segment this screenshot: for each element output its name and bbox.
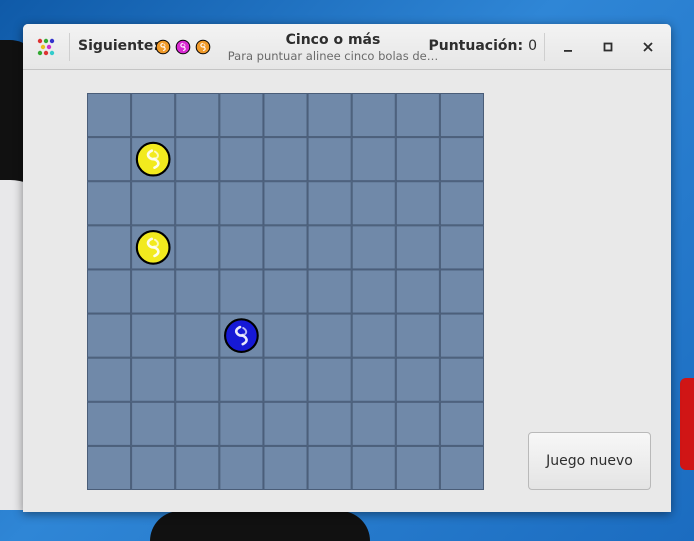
five-or-more-app-icon[interactable] [37, 38, 55, 56]
minimize-button[interactable] [558, 37, 578, 57]
maximize-button[interactable] [598, 37, 618, 57]
next-balls-preview [155, 39, 211, 55]
window-title: Cinco o más [285, 32, 381, 48]
header-bar: Siguiente: Cinco o más Para puntuar alin… [23, 24, 671, 70]
new-game-button[interactable]: Juego nuevo [528, 432, 651, 490]
game-board[interactable] [87, 93, 484, 490]
next-ball-orange [155, 39, 171, 55]
wallpaper-penguin-feet [150, 511, 370, 541]
magenta-ball-icon[interactable] [175, 39, 191, 55]
yellow-ball[interactable] [135, 141, 171, 177]
score-value: 0 [528, 38, 537, 54]
score-display: Puntuación: 0 [428, 38, 537, 54]
app-window: Siguiente: Cinco o más Para puntuar alin… [23, 24, 671, 512]
game-area: Juego nuevo [23, 70, 671, 512]
close-button[interactable] [638, 37, 658, 57]
maximize-icon [603, 42, 613, 52]
title-block: Cinco o más Para puntuar alinee cinco bo… [213, 32, 453, 63]
close-icon [643, 42, 653, 52]
minimize-icon [564, 50, 572, 52]
next-label: Siguiente: [78, 38, 159, 54]
next-ball-magenta [175, 39, 191, 55]
window-subtitle: Para puntuar alinee cinco bolas de… [227, 49, 439, 63]
yellow-ball[interactable] [135, 230, 171, 265]
blue-ball[interactable] [224, 318, 259, 353]
header-separator [544, 33, 545, 61]
orange-ball-icon[interactable] [155, 39, 171, 55]
header-separator [69, 33, 70, 61]
next-ball-orange [195, 39, 211, 55]
orange-ball-icon[interactable] [195, 39, 211, 55]
score-label: Puntuación: [428, 38, 524, 54]
wallpaper-red-shape [680, 378, 694, 470]
